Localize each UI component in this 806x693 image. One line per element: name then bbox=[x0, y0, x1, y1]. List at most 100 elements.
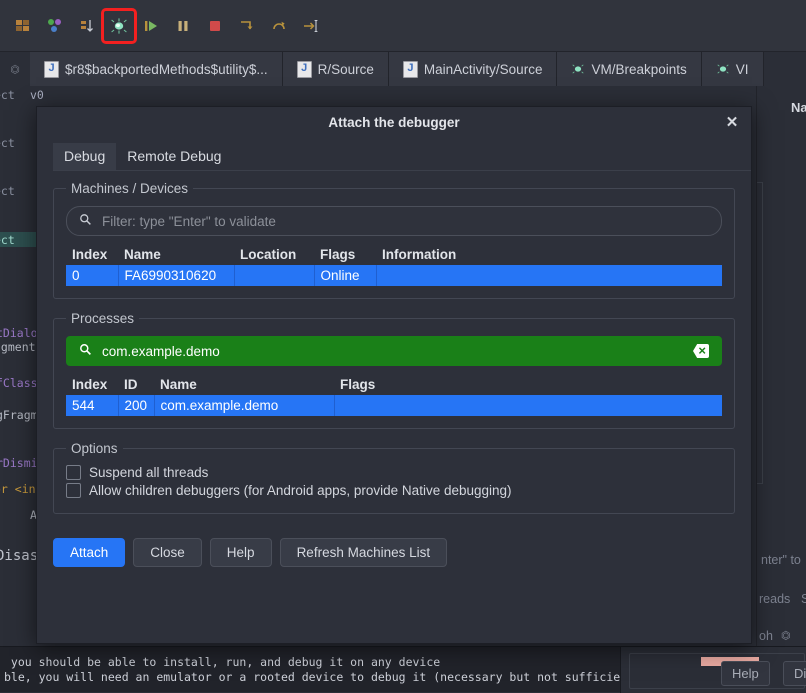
checkbox-allow-children-debuggers[interactable] bbox=[66, 483, 81, 498]
right-panel: Na nter" to reads S oh ⏣ bbox=[756, 86, 806, 646]
code-fragment: or <in bbox=[0, 482, 36, 496]
cell-flags: Online bbox=[314, 265, 377, 286]
step-out-icon[interactable] bbox=[264, 11, 294, 41]
machines-devices-legend: Machines / Devices bbox=[71, 181, 189, 196]
option-suspend-all-threads[interactable]: Suspend all threads bbox=[66, 465, 722, 480]
dialog-body: Machines / Devices Index Name Locatio bbox=[37, 171, 751, 514]
processes-group: Processes Index ID Name bbox=[53, 311, 735, 429]
checkbox-suspend-all-threads[interactable] bbox=[66, 465, 81, 480]
dialog-titlebar: Attach the debugger ✕ bbox=[37, 107, 751, 137]
gutter-label: ect bbox=[0, 233, 15, 247]
pause-icon[interactable] bbox=[168, 11, 198, 41]
attach-debugger-icon[interactable] bbox=[101, 7, 137, 44]
column-header-id: ID bbox=[124, 377, 138, 392]
search-icon bbox=[79, 343, 92, 359]
gutter-label: ect bbox=[0, 184, 15, 198]
column-header-information: Information bbox=[382, 247, 457, 262]
column-header-index: Index bbox=[72, 247, 108, 262]
option-label: Suspend all threads bbox=[89, 465, 209, 480]
console-line: you should be able to install, run, and … bbox=[4, 655, 441, 669]
resume-icon[interactable] bbox=[136, 11, 166, 41]
clear-icon[interactable] bbox=[693, 344, 709, 358]
editor-top-value: v0 bbox=[30, 88, 44, 102]
editor-tabstrip: ⏣ $r8$backportedMethods$utility$... R/So… bbox=[0, 52, 806, 87]
close-icon[interactable]: ✕ bbox=[721, 111, 743, 133]
java-file-icon bbox=[296, 60, 312, 78]
right-panel-header: Na bbox=[791, 100, 806, 115]
refresh-machines-list-button[interactable]: Refresh Machines List bbox=[279, 538, 448, 567]
step-over-icon[interactable] bbox=[232, 11, 262, 41]
option-label: Allow children debuggers (for Android ap… bbox=[89, 483, 512, 498]
processes-legend: Processes bbox=[71, 311, 135, 326]
dialog-title: Attach the debugger bbox=[328, 114, 460, 130]
machines-table: Index Name Location Flags Information 0 … bbox=[66, 244, 722, 286]
cell-index: 0 bbox=[66, 265, 119, 286]
debugger-toolbar bbox=[0, 0, 806, 52]
console-output: you should be able to install, run, and … bbox=[0, 646, 620, 692]
tab-label: VM/Breakpoints bbox=[591, 61, 687, 77]
tab-backported-methods[interactable]: $r8$backportedMethods$utility$... bbox=[30, 52, 283, 86]
dialog-button-row: Attach Close Help Refresh Machines List bbox=[37, 526, 751, 567]
attach-button[interactable]: Attach bbox=[53, 538, 126, 567]
machines-header-row: Index Name Location Flags Information bbox=[66, 244, 722, 265]
table-row[interactable]: 0 FA6990310620 Online bbox=[66, 265, 722, 286]
modules-icon[interactable] bbox=[8, 11, 38, 41]
processes-header-row: Index ID Name Flags bbox=[66, 374, 722, 395]
tab-r-source[interactable]: R/Source bbox=[282, 52, 389, 86]
dis-button-ghost[interactable]: Dis bbox=[783, 661, 806, 686]
processes-table: Index ID Name Flags 544 200 com.example.… bbox=[66, 374, 722, 416]
column-header-index: Index bbox=[72, 377, 108, 392]
dialog-tabs: Debug Remote Debug bbox=[53, 140, 751, 171]
processes-filter-box[interactable] bbox=[66, 336, 722, 366]
attach-debugger-dialog: Attach the debugger ✕ Debug Remote Debug… bbox=[36, 106, 752, 644]
processes-filter-input[interactable] bbox=[100, 342, 685, 360]
tab-label: VI bbox=[735, 61, 749, 77]
cell-name: com.example.demo bbox=[154, 395, 335, 416]
column-header-name: Name bbox=[124, 247, 161, 262]
cell-id: 200 bbox=[118, 395, 155, 416]
machines-filter-input[interactable] bbox=[100, 212, 709, 230]
search-icon bbox=[79, 213, 92, 229]
bottom-right-panel: Help Dis bbox=[620, 646, 806, 693]
bug-icon bbox=[716, 62, 730, 76]
ghost-oh-text: oh bbox=[759, 629, 773, 643]
column-header-name: Name bbox=[160, 377, 197, 392]
column-header-location: Location bbox=[240, 247, 297, 262]
column-header-flags: Flags bbox=[340, 377, 376, 392]
tab-vi[interactable]: VI bbox=[701, 52, 764, 86]
cell-name: FA6990310620 bbox=[118, 265, 235, 286]
tab-vm-breakpoints[interactable]: VM/Breakpoints bbox=[557, 52, 702, 86]
machines-filter-box[interactable] bbox=[66, 206, 722, 236]
console-line: ble, you will need an emulator or a root… bbox=[4, 670, 620, 684]
bug-icon bbox=[571, 62, 585, 76]
tab-label: MainActivity/Source bbox=[423, 61, 543, 77]
gutter-label: ect bbox=[0, 136, 15, 150]
stop-icon[interactable] bbox=[200, 11, 230, 41]
gutter-label: ect bbox=[0, 88, 15, 102]
cell-information bbox=[376, 265, 722, 286]
column-header-flags: Flags bbox=[320, 247, 356, 262]
cell-flags bbox=[334, 395, 722, 416]
close-button[interactable]: Close bbox=[133, 538, 202, 567]
help-button[interactable]: Help bbox=[209, 538, 272, 567]
options-group: Options Suspend all threads Allow childr… bbox=[53, 441, 735, 514]
cell-index: 544 bbox=[66, 395, 119, 416]
tab-debug[interactable]: Debug bbox=[53, 143, 117, 170]
run-to-cursor-icon[interactable] bbox=[296, 11, 326, 41]
close-small-icon[interactable]: ⏣ bbox=[781, 629, 791, 642]
tab-label: R/Source bbox=[317, 61, 374, 77]
help-button-ghost[interactable]: Help bbox=[721, 661, 770, 686]
code-fragment: agment bbox=[0, 340, 36, 354]
ghost-threads-text: reads bbox=[759, 592, 791, 606]
tab-mainactivity-source[interactable]: MainActivity/Source bbox=[388, 52, 558, 86]
ghost-s-text: S bbox=[801, 592, 806, 606]
processes-icon[interactable] bbox=[40, 11, 70, 41]
tab-remote-debug[interactable]: Remote Debug bbox=[116, 143, 232, 170]
call-stack-icon[interactable] bbox=[72, 11, 102, 41]
java-file-icon bbox=[44, 60, 59, 78]
close-all-tabs-icon[interactable]: ⏣ bbox=[0, 52, 30, 86]
option-allow-children-debuggers[interactable]: Allow children debuggers (for Android ap… bbox=[66, 483, 722, 498]
panel-divider bbox=[757, 182, 763, 484]
options-legend: Options bbox=[71, 441, 118, 456]
table-row[interactable]: 544 200 com.example.demo bbox=[66, 395, 722, 416]
